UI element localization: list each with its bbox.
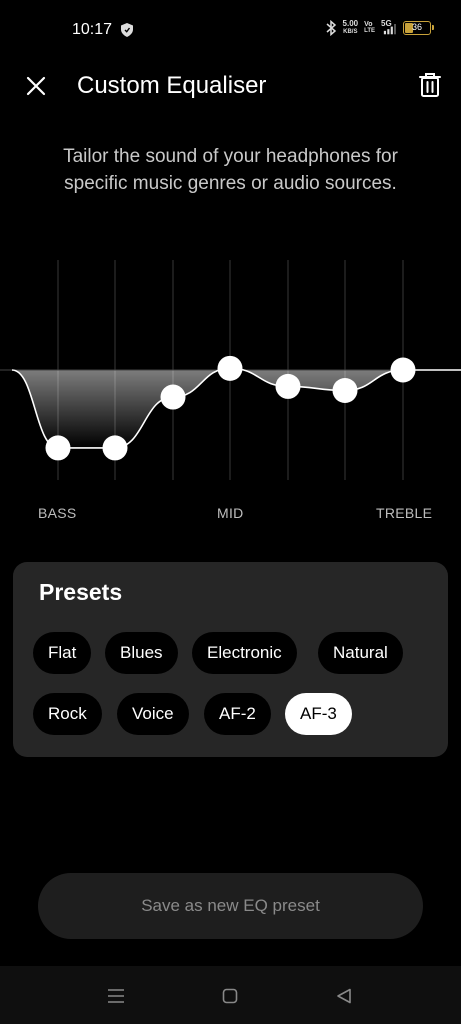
equaliser-band-handle-1[interactable] [45,435,71,461]
preset-chip-electronic[interactable]: Electronic [192,632,297,674]
signal-indicator: 5G [381,19,397,36]
nav-back-button[interactable] [331,983,357,1009]
equaliser-band-handle-4[interactable] [217,355,243,381]
menu-icon [108,989,124,1003]
equaliser-band-handle-3[interactable] [160,384,186,410]
network-speed-value: 5.00 [342,19,359,28]
equaliser-band-handle-7[interactable] [390,357,416,383]
band-label-mid: MID [217,505,244,521]
battery-level: 36 [411,22,422,32]
network-speed: 5.00 KB/S [343,20,359,36]
bluetooth-icon [326,20,336,36]
home-icon [222,988,238,1004]
signal-icon [383,24,396,35]
band-label-treble: TREBLE [376,505,433,521]
status-bar: 10:17 5.00 KB/S Vo LTE 5G 36 [0,0,461,60]
battery-tip [432,25,434,30]
equaliser-band-handle-5[interactable] [275,373,301,399]
trash-icon [419,73,441,97]
equaliser-band-handle-2[interactable] [102,435,128,461]
preset-chip-af-2[interactable]: AF-2 [204,693,271,735]
nav-menu-button[interactable] [103,983,129,1009]
equaliser-graph[interactable] [0,255,461,495]
page-title: Custom Equaliser [77,72,267,99]
description-line-1: Tailor the sound of your headphones for [63,146,398,167]
presets-title: Presets [39,579,123,605]
navigation-bar [0,966,461,1024]
close-icon [26,76,46,96]
network-speed-unit: KB/S [343,29,358,35]
preset-chip-voice[interactable]: Voice [117,693,189,735]
description: Tailor the sound of your headphones for … [20,143,441,197]
back-icon [337,988,351,1004]
save-preset-button[interactable]: Save as new EQ preset [38,873,423,939]
volte-indicator: Vo LTE [364,21,375,35]
volte-bottom: LTE [364,28,375,34]
band-label-bass: BASS [38,505,77,521]
status-icons: 5.00 KB/S Vo LTE 5G 36 [325,19,434,36]
preset-chip-blues[interactable]: Blues [105,632,178,674]
battery-icon: 36 [403,21,434,35]
preset-chip-natural[interactable]: Natural [318,632,403,674]
volte-top: Vo [364,21,373,28]
shield-icon [121,23,133,37]
nav-home-button[interactable] [217,983,243,1009]
delete-button[interactable] [413,68,447,102]
preset-chip-rock[interactable]: Rock [33,693,102,735]
preset-chip-af-3[interactable]: AF-3 [285,693,352,735]
status-time: 10:17 [72,21,113,38]
description-line-2: specific music genres or audio sources. [64,173,397,194]
preset-chip-flat[interactable]: Flat [33,632,92,674]
close-button[interactable] [20,70,52,102]
presets-card: Presets Flat Blues Electronic Natural Ro… [13,562,448,757]
equaliser-band-handle-6[interactable] [332,378,358,403]
